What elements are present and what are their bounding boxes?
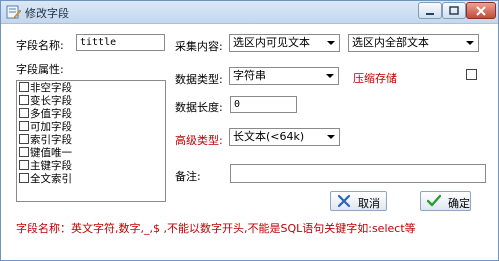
attribute-item[interactable]: 主键字段	[19, 160, 72, 173]
cancel-x-icon	[337, 194, 351, 211]
field-name-hint: 字段名称：英文字符,数字,_,$ ,不能以数字开头,不能是SQL语句关键字如:s…	[16, 222, 416, 235]
remark-label: 备注:	[175, 170, 201, 183]
collect-content-label: 采集内容:	[175, 40, 223, 53]
ok-label: 确定	[448, 197, 470, 210]
field-name-label: 字段名称:	[16, 39, 64, 52]
checkbox-icon[interactable]	[19, 160, 29, 170]
remark-input[interactable]	[230, 164, 486, 183]
attribute-item[interactable]: 非空字段	[19, 82, 72, 95]
attribute-item[interactable]: 全文索引	[19, 173, 72, 186]
compress-storage-label: 压缩存储	[353, 72, 397, 85]
checkmark-icon	[426, 194, 442, 211]
close-button[interactable]	[466, 2, 496, 19]
chevron-down-icon	[327, 41, 335, 45]
checkbox-icon[interactable]	[19, 82, 29, 92]
checkbox-icon[interactable]	[19, 121, 29, 131]
checkbox-icon[interactable]	[19, 173, 29, 183]
advanced-type-label: 高级类型:	[175, 134, 223, 147]
checkbox-icon[interactable]	[19, 134, 29, 144]
chevron-down-icon	[327, 135, 335, 139]
advanced-type-select[interactable]: 长文本(<64k)	[229, 128, 340, 146]
checkbox-icon[interactable]	[19, 95, 29, 105]
window-title: 修改字段	[25, 7, 69, 20]
attribute-item[interactable]: 变长字段	[19, 95, 72, 108]
minimize-button[interactable]	[418, 2, 442, 19]
attribute-item[interactable]: 可加字段	[19, 121, 72, 134]
modify-field-dialog: 修改字段 字段名称: tittle 字段属性: 非空字段 变长字段 多值字段 可…	[0, 0, 499, 261]
close-icon	[476, 5, 486, 16]
maximize-icon	[449, 5, 459, 15]
collect-scope-select[interactable]: 选区内全部文本	[348, 34, 479, 52]
chevron-down-icon	[326, 74, 334, 78]
ok-button[interactable]: 确定	[420, 191, 471, 211]
chevron-down-icon	[466, 41, 474, 45]
maximize-button[interactable]	[442, 2, 466, 19]
field-name-input[interactable]: tittle	[76, 34, 165, 51]
data-type-select[interactable]: 字符串	[229, 67, 339, 85]
checkbox-icon[interactable]	[19, 147, 29, 157]
data-length-label: 数据长度:	[175, 101, 223, 114]
attribute-item[interactable]: 多值字段	[19, 108, 72, 121]
field-attributes-list[interactable]: 非空字段 变长字段 多值字段 可加字段 索引字段 键值唯一 主键字段 全文索引	[16, 80, 166, 202]
compress-storage-checkbox[interactable]	[466, 69, 477, 80]
data-length-input[interactable]: 0	[230, 96, 297, 113]
collect-content-select[interactable]: 选区内可见文本	[229, 34, 340, 52]
minimize-icon	[426, 12, 434, 15]
field-attributes-label: 字段属性:	[16, 63, 64, 76]
edit-app-icon	[5, 4, 22, 20]
data-type-label: 数据类型:	[175, 73, 223, 86]
attribute-item[interactable]: 键值唯一	[19, 147, 72, 160]
title-bar[interactable]: 修改字段	[1, 1, 498, 24]
checkbox-icon[interactable]	[19, 108, 29, 118]
cancel-label: 取消	[358, 197, 380, 210]
attribute-item[interactable]: 索引字段	[19, 134, 72, 147]
cancel-button[interactable]: 取消	[330, 191, 387, 211]
